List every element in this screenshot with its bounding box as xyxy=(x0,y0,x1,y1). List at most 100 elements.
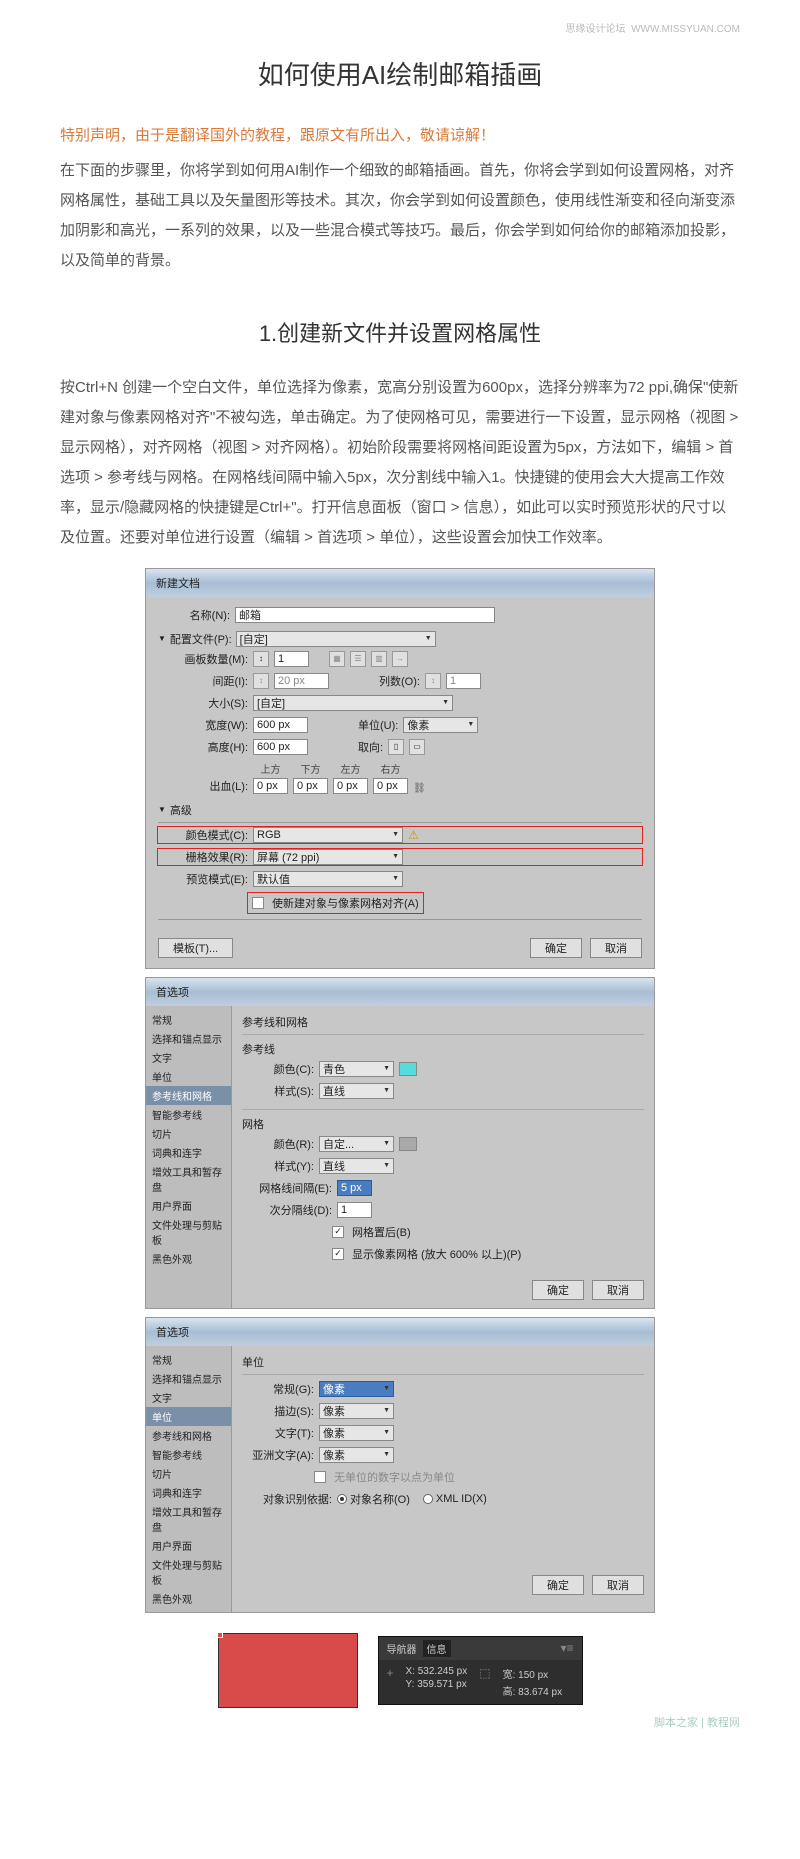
sidebar-item-active[interactable]: 参考线和网格 xyxy=(146,1086,231,1105)
spacing-label: 间距(I): xyxy=(158,673,248,689)
row-layout-icon: ☰ xyxy=(350,651,366,667)
raster-dropdown[interactable]: 屏幕 (72 ppi) xyxy=(253,849,403,865)
grid-style-dropdown[interactable]: 直线 xyxy=(319,1158,394,1174)
col-layout-icon: ▥ xyxy=(371,651,387,667)
grids-back-checkbox[interactable] xyxy=(332,1226,344,1238)
link-icon[interactable]: ⛓ xyxy=(413,783,426,794)
landscape-icon[interactable]: ▭ xyxy=(409,739,425,755)
width-input[interactable]: 600 px xyxy=(253,717,308,733)
bleed-bottom-input[interactable]: 0 px xyxy=(293,778,328,794)
type-label: 文字(T): xyxy=(242,1425,314,1441)
ok-button[interactable]: 确定 xyxy=(532,1280,584,1300)
sidebar-item[interactable]: 切片 xyxy=(146,1124,231,1143)
preferences-units-dialog: 首选项 常规 选择和锚点显示 文字 单位 参考线和网格 智能参考线 切片 词典和… xyxy=(145,1317,655,1613)
watermark-bottom: 脚本之家 | 教程网 xyxy=(60,1714,740,1730)
cancel-button[interactable]: 取消 xyxy=(592,1575,644,1595)
sidebar-item[interactable]: 词典和连字 xyxy=(146,1143,231,1162)
section-body: 按Ctrl+N 创建一个空白文件，单位选择为像素，宽高分别设置为600px，选择… xyxy=(60,373,740,553)
artboards-input[interactable]: 1 xyxy=(274,651,309,667)
sidebar-item[interactable]: 选择和锚点显示 xyxy=(146,1029,231,1048)
sidebar-item[interactable]: 黑色外观 xyxy=(146,1589,231,1608)
profile-dropdown[interactable]: [自定] xyxy=(236,631,436,647)
type-dropdown[interactable]: 像素 xyxy=(319,1425,394,1441)
sidebar-item[interactable]: 用户界面 xyxy=(146,1196,231,1215)
disclosure-triangle[interactable]: ▼ xyxy=(158,634,166,643)
name-input[interactable]: 邮箱 xyxy=(235,607,495,623)
sidebar-item[interactable]: 参考线和网格 xyxy=(146,1426,231,1445)
ok-button[interactable]: 确定 xyxy=(530,938,582,958)
sidebar-item[interactable]: 文件处理与剪贴板 xyxy=(146,1215,231,1249)
grid-color-dropdown[interactable]: 自定... xyxy=(319,1136,394,1152)
colormode-label: 颜色模式(C): xyxy=(158,827,248,843)
spacing-input: 20 px xyxy=(274,673,329,689)
guide-color-label: 颜色(C): xyxy=(242,1061,314,1077)
sidebar-item[interactable]: 单位 xyxy=(146,1067,231,1086)
sidebar-item[interactable]: 智能参考线 xyxy=(146,1445,231,1464)
arrow-right-icon: → xyxy=(392,651,408,667)
show-pixel-checkbox[interactable] xyxy=(332,1248,344,1260)
sidebar-item[interactable]: 切片 xyxy=(146,1464,231,1483)
grid-every-input[interactable]: 5 px xyxy=(337,1180,372,1196)
align-pixel-checkbox[interactable] xyxy=(252,897,264,909)
name-label: 名称(N): xyxy=(158,607,230,623)
asian-dropdown[interactable]: 像素 xyxy=(319,1447,394,1463)
guide-color-dropdown[interactable]: 青色 xyxy=(319,1061,394,1077)
color-swatch[interactable] xyxy=(399,1137,417,1151)
info-panel: 导航器 信息 ▾≡ + X: 532.245 px Y: 359.571 px … xyxy=(378,1636,583,1705)
selected-rectangle[interactable] xyxy=(218,1633,358,1708)
section-heading: 1.创建新文件并设置网格属性 xyxy=(60,316,740,348)
colormode-dropdown[interactable]: RGB xyxy=(253,827,403,843)
portrait-icon[interactable]: ▯ xyxy=(388,739,404,755)
bleed-right-input[interactable]: 0 px xyxy=(373,778,408,794)
sidebar-item[interactable]: 常规 xyxy=(146,1350,231,1369)
sidebar-item[interactable]: 文件处理与剪贴板 xyxy=(146,1555,231,1589)
subdiv-input[interactable]: 1 xyxy=(337,1202,372,1218)
sidebar-item[interactable]: 常规 xyxy=(146,1010,231,1029)
ok-button[interactable]: 确定 xyxy=(532,1575,584,1595)
preview-dropdown[interactable]: 默认值 xyxy=(253,871,403,887)
radio-xml[interactable] xyxy=(423,1494,433,1504)
warning-icon: ⚠ xyxy=(408,828,419,842)
sidebar-item-active[interactable]: 单位 xyxy=(146,1407,231,1426)
cancel-button[interactable]: 取消 xyxy=(590,938,642,958)
sidebar-item[interactable]: 文字 xyxy=(146,1388,231,1407)
page-title: 如何使用AI绘制邮箱插画 xyxy=(60,55,740,92)
grid-style-label: 样式(Y): xyxy=(242,1158,314,1174)
color-swatch[interactable] xyxy=(399,1062,417,1076)
nav-tab[interactable]: 导航器 xyxy=(387,1641,417,1656)
sidebar-item[interactable]: 黑色外观 xyxy=(146,1249,231,1268)
bleed-label: 出血(L): xyxy=(158,778,248,794)
sidebar-item[interactable]: 选择和锚点显示 xyxy=(146,1369,231,1388)
dimensions-icon: ⬚ xyxy=(479,1666,490,1698)
radio-name[interactable] xyxy=(337,1494,347,1504)
stepper-icon: ↕ xyxy=(425,673,441,689)
preferences-grid-dialog: 首选项 常规 选择和锚点显示 文字 单位 参考线和网格 智能参考线 切片 词典和… xyxy=(145,977,655,1309)
asian-label: 亚洲文字(A): xyxy=(242,1447,314,1463)
pref-sidebar: 常规 选择和锚点显示 文字 单位 参考线和网格 智能参考线 切片 词典和连字 增… xyxy=(146,1346,232,1612)
preview-label: 预览模式(E): xyxy=(158,871,248,887)
dialog-titlebar: 首选项 xyxy=(146,978,654,1006)
sidebar-item[interactable]: 词典和连字 xyxy=(146,1483,231,1502)
size-dropdown[interactable]: [自定] xyxy=(253,695,453,711)
disclosure-triangle[interactable]: ▼ xyxy=(158,805,166,814)
bleed-top-input[interactable]: 0 px xyxy=(253,778,288,794)
templates-button[interactable]: 模板(T)... xyxy=(158,938,233,958)
stroke-dropdown[interactable]: 像素 xyxy=(319,1403,394,1419)
stepper-icon[interactable]: ↕ xyxy=(253,651,269,667)
cancel-button[interactable]: 取消 xyxy=(592,1280,644,1300)
sidebar-item[interactable]: 用户界面 xyxy=(146,1536,231,1555)
sidebar-item[interactable]: 智能参考线 xyxy=(146,1105,231,1124)
info-tab-active[interactable]: 信息 xyxy=(423,1640,451,1657)
identify-label: 对象识别依据: xyxy=(242,1491,332,1507)
new-document-dialog: 新建文档 名称(N): 邮箱 ▼ 配置文件(P): [自定] 画板数量(M): … xyxy=(145,568,655,969)
panel-menu-icon[interactable]: ▾≡ xyxy=(560,1641,573,1655)
sidebar-item[interactable]: 增效工具和暂存盘 xyxy=(146,1502,231,1536)
height-input[interactable]: 600 px xyxy=(253,739,308,755)
bleed-left-input[interactable]: 0 px xyxy=(333,778,368,794)
general-dropdown[interactable]: 像素 xyxy=(319,1381,394,1397)
guide-style-dropdown[interactable]: 直线 xyxy=(319,1083,394,1099)
artboards-label: 画板数量(M): xyxy=(158,651,248,667)
sidebar-item[interactable]: 文字 xyxy=(146,1048,231,1067)
sidebar-item[interactable]: 增效工具和暂存盘 xyxy=(146,1162,231,1196)
units-dropdown[interactable]: 像素 xyxy=(403,717,478,733)
